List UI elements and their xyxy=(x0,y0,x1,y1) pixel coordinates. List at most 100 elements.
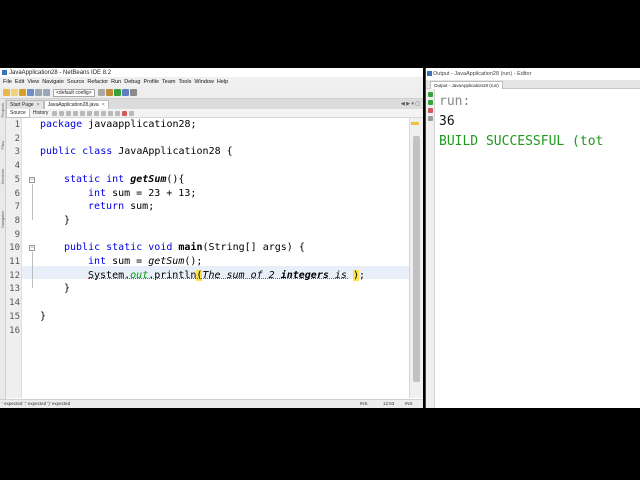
caret-position: 12:53 xyxy=(383,401,395,406)
code-editor[interactable]: 1 2 3 4 5 6 7 8 9 10 11 12 13 14 15 16 −… xyxy=(6,118,409,398)
status-message: ' expected ';' expected ')' expected xyxy=(2,401,71,406)
output-line-result: 36 xyxy=(439,114,455,129)
rerun-with-params-icon[interactable] xyxy=(428,100,433,105)
tab-scroll-arrows-icon[interactable]: ◀ ▶ ▾ ▢ xyxy=(401,101,420,107)
tab-start-page[interactable]: Start Page × xyxy=(6,100,44,109)
new-project-icon[interactable] xyxy=(3,89,10,96)
menu-team[interactable]: Team xyxy=(162,79,175,85)
line-number: 1 xyxy=(14,120,20,130)
output-settings-icon[interactable] xyxy=(428,116,433,121)
editor-toolbar: Source History xyxy=(6,109,423,118)
line-number: 13 xyxy=(9,284,20,295)
line-number: 3 xyxy=(14,147,20,158)
tab-label: Start Page xyxy=(10,102,34,108)
editor-tab-bar: Start Page × JavaApplication28.java × ◀ ▶ ▾… xyxy=(6,99,423,109)
output-window-title: Output - JavaApplication28 (run) - Edito… xyxy=(433,71,532,77)
clean-build-icon[interactable] xyxy=(105,89,113,96)
fold-toggle-icon[interactable]: − xyxy=(29,177,35,183)
config-select[interactable]: <default config> xyxy=(53,89,95,97)
forward-icon[interactable] xyxy=(59,111,65,116)
code-line-12: System.out.println(The sum of 2 integers… xyxy=(88,269,366,281)
menu-help[interactable]: Help xyxy=(217,79,228,85)
output-title-bar: Output - JavaApplication28 (run) - Edito… xyxy=(426,68,640,80)
comment-icon[interactable] xyxy=(108,111,114,116)
menu-file[interactable]: File xyxy=(3,79,12,85)
code-line-10: public static void main(String[] args) { xyxy=(64,242,305,254)
output-line-build: BUILD SUCCESSFUL (tot xyxy=(439,134,604,149)
menu-tools[interactable]: Tools xyxy=(179,79,192,85)
start-macro-icon[interactable] xyxy=(122,111,128,116)
status-overwrite-mode: INS xyxy=(405,401,413,406)
profile-icon[interactable] xyxy=(129,89,137,96)
line-number: 10 xyxy=(9,243,20,254)
code-line-15: } xyxy=(40,310,47,322)
stop-icon[interactable] xyxy=(428,108,433,113)
menu-navigate[interactable]: Navigate xyxy=(42,79,64,85)
open-project-icon[interactable] xyxy=(19,89,26,96)
output-tab[interactable]: Output - JavaApplication28 (run) xyxy=(430,81,503,89)
error-underline xyxy=(88,278,348,279)
undo-icon[interactable] xyxy=(35,89,42,96)
fold-toggle-icon[interactable]: − xyxy=(29,245,35,251)
rerun-icon[interactable] xyxy=(428,92,433,97)
code-line-1: package javaapplication28; xyxy=(40,119,197,130)
back-icon[interactable] xyxy=(52,111,58,116)
line-number: 8 xyxy=(14,215,20,226)
code-line-3: public class JavaApplication28 { xyxy=(40,146,233,158)
menu-source[interactable]: Source xyxy=(67,79,84,85)
tab-label: JavaApplication28.java xyxy=(47,102,99,108)
status-bar: ' expected ';' expected ')' expected INS… xyxy=(0,399,423,408)
prev-occurrence-icon[interactable] xyxy=(73,111,79,116)
find-icon[interactable] xyxy=(66,111,72,116)
line-number: 15 xyxy=(9,311,20,322)
shift-right-icon[interactable] xyxy=(101,111,107,116)
stop-macro-icon[interactable] xyxy=(129,111,135,116)
next-occurrence-icon[interactable] xyxy=(80,111,86,116)
run-icon[interactable] xyxy=(113,89,121,96)
menu-window[interactable]: Window xyxy=(194,79,214,85)
line-number: 12 xyxy=(9,270,20,281)
netbeans-app-icon xyxy=(427,71,432,76)
redo-icon[interactable] xyxy=(43,89,50,96)
close-icon[interactable]: × xyxy=(102,102,105,108)
menu-refactor[interactable]: Refactor xyxy=(87,79,108,85)
title-bar: JavaApplication28 - NetBeans IDE 8.2 xyxy=(0,68,423,78)
menu-bar: File Edit View Navigate Source Refactor Run Deb… xyxy=(0,78,423,87)
line-number: 14 xyxy=(9,298,20,309)
menu-debug[interactable]: Debug xyxy=(124,79,140,85)
new-file-icon[interactable] xyxy=(11,89,18,96)
status-insert-mode: INS xyxy=(360,401,368,406)
netbeans-app-icon xyxy=(2,69,7,75)
error-stripe-marker[interactable] xyxy=(411,122,419,125)
scrollbar-thumb[interactable] xyxy=(413,136,420,382)
save-all-icon[interactable] xyxy=(27,89,34,96)
code-line-7: return sum; xyxy=(88,201,155,213)
main-toolbar: <default config> xyxy=(0,87,423,99)
close-icon[interactable]: × xyxy=(37,102,40,108)
line-number: 16 xyxy=(9,325,20,336)
shift-left-icon[interactable] xyxy=(94,111,100,116)
line-number: 5 xyxy=(14,174,20,185)
build-icon[interactable] xyxy=(97,89,105,96)
line-number: 2 xyxy=(14,133,20,144)
menu-profile[interactable]: Profile xyxy=(143,79,159,85)
desktop: JavaApplication28 - NetBeans IDE 8.2 Fil… xyxy=(0,0,640,480)
source-view-tab[interactable]: Source xyxy=(6,109,30,118)
code-line-13: } xyxy=(64,283,71,295)
tab-javaapplication28[interactable]: JavaApplication28.java × xyxy=(43,100,109,109)
menu-run[interactable]: Run xyxy=(111,79,121,85)
output-line-run: run: xyxy=(439,94,471,109)
uncomment-icon[interactable] xyxy=(115,111,121,116)
menu-edit[interactable]: Edit xyxy=(15,79,24,85)
history-view-tab[interactable]: History xyxy=(30,109,52,118)
output-window: Output - JavaApplication28 (run) - Edito… xyxy=(425,68,640,408)
editor-scrollbar[interactable] xyxy=(409,118,423,398)
output-side-toolbar xyxy=(426,89,435,408)
toggle-highlight-icon[interactable] xyxy=(87,111,93,116)
menu-view[interactable]: View xyxy=(27,79,39,85)
output-tab-bar: Output - JavaApplication28 (run) xyxy=(426,80,640,89)
line-number: 7 xyxy=(14,202,20,213)
fold-guide xyxy=(32,184,33,220)
line-number: 6 xyxy=(14,188,20,199)
debug-icon[interactable] xyxy=(121,89,129,96)
